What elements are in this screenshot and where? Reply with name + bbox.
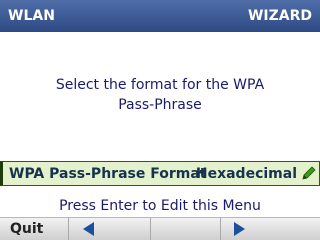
wizard-screen: WLAN WIZARD Select the format for the WP… bbox=[0, 0, 320, 240]
next-button[interactable] bbox=[220, 218, 320, 240]
quit-button[interactable]: Quit bbox=[0, 218, 68, 240]
soft-key-bar: Quit bbox=[0, 217, 320, 240]
setting-label: WPA Pass-Phrase Format bbox=[9, 166, 207, 182]
soft-key-blank[interactable] bbox=[150, 218, 220, 240]
setting-row-wpa-format[interactable]: WPA Pass-Phrase Format Hexadecimal bbox=[0, 161, 320, 186]
title-bar: WLAN WIZARD bbox=[0, 0, 320, 32]
previous-button[interactable] bbox=[68, 218, 150, 240]
wizard-title: WIZARD bbox=[247, 8, 312, 24]
prompt-line-2: Pass-Phrase bbox=[118, 97, 202, 113]
right-arrow-icon bbox=[234, 222, 245, 236]
menu-title: WLAN bbox=[8, 8, 55, 24]
pencil-icon[interactable] bbox=[300, 165, 317, 182]
setting-value: Hexadecimal bbox=[195, 166, 297, 182]
hint-text: Press Enter to Edit this Menu bbox=[59, 198, 261, 214]
prompt-line-1: Select the format for the WPA bbox=[55, 77, 265, 93]
left-arrow-icon bbox=[83, 222, 94, 236]
prompt-text: Select the format for the WPA Pass-Phras… bbox=[20, 75, 300, 115]
